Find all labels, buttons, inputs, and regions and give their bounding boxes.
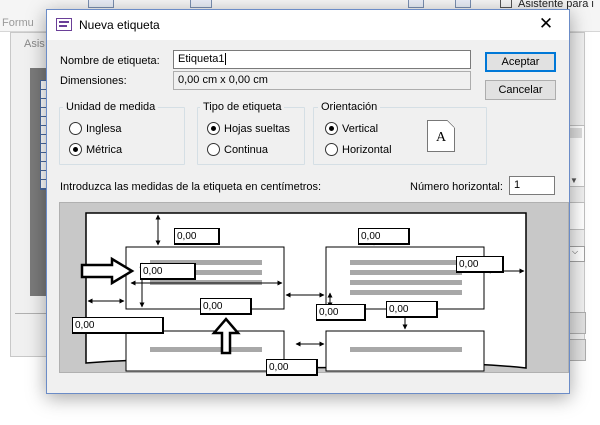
units-group-title: Unidad de medida: [63, 101, 159, 113]
label-sheet-drawing: [80, 212, 527, 372]
radio-label: Hojas sueltas: [224, 122, 291, 135]
close-button[interactable]: ✕: [523, 10, 569, 40]
label-icon: [56, 18, 72, 31]
radio-continua[interactable]: Continua: [207, 143, 268, 156]
vertical-spacing-field[interactable]: 0,00: [358, 228, 410, 245]
wizard-icon[interactable]: [500, 0, 512, 8]
radio-metrica[interactable]: Métrica: [69, 143, 122, 156]
row-spacing-field[interactable]: 0,00: [386, 301, 438, 318]
horizontal-count-label: Número horizontal:: [410, 181, 503, 193]
bottom-margin-field[interactable]: 0,00: [266, 359, 318, 376]
new-label-dialog: Nueva etiqueta ✕ Nombre de etiqueta: Eti…: [46, 9, 570, 394]
horizontal-count-value: 1: [514, 179, 521, 191]
label-name-input[interactable]: Etiqueta1: [173, 50, 471, 69]
scroll-down-icon[interactable]: ▼: [570, 176, 578, 185]
wizard-title: Asis: [24, 38, 45, 50]
right-margin-field[interactable]: 0,00: [456, 256, 504, 273]
dialog-titlebar[interactable]: Nueva etiqueta ✕: [47, 10, 569, 40]
radio-circle-icon: [325, 143, 338, 156]
name-label: Nombre de etiqueta:: [60, 55, 160, 67]
dimensions-value: 0,00 cm x 0,00 cm: [178, 74, 268, 86]
units-group: [59, 107, 185, 165]
ribbon-tab[interactable]: Formu: [2, 17, 34, 29]
radio-label: Inglesa: [86, 122, 122, 135]
orientation-group: [313, 107, 487, 165]
accept-button[interactable]: Aceptar: [485, 52, 556, 72]
label-type-group-title: Tipo de etiqueta: [200, 101, 285, 113]
measure-instruction: Introduzca las medidas de la etiqueta en…: [60, 181, 322, 193]
horizontal-count-input[interactable]: 1: [509, 176, 555, 195]
label-height-field[interactable]: 0,00: [140, 263, 196, 280]
radio-hojas-sueltas[interactable]: Hojas sueltas: [207, 122, 290, 135]
radio-label: Continua: [224, 143, 269, 156]
dimensions-label: Dimensiones:: [60, 75, 127, 87]
ribbon-icon[interactable]: [455, 0, 471, 8]
orientation-preview-icon: A: [427, 120, 455, 152]
radio-label: Vertical: [342, 122, 379, 135]
radio-selected-icon: [325, 122, 338, 135]
radio-selected-icon: [69, 143, 82, 156]
label-name-value: Etiqueta1: [178, 53, 225, 65]
dimensions-field: 0,00 cm x 0,00 cm: [173, 71, 471, 90]
radio-label: Horizontal: [342, 143, 392, 156]
radio-horizontal[interactable]: Horizontal: [325, 143, 392, 156]
orientation-group-title: Orientación: [318, 101, 381, 113]
label-width-field[interactable]: 0,00: [200, 298, 252, 315]
ribbon-icon[interactable]: [190, 0, 212, 8]
cancel-button[interactable]: Cancelar: [485, 80, 556, 100]
divider: [15, 313, 48, 314]
radio-circle-icon: [69, 122, 82, 135]
ribbon-icon[interactable]: [88, 0, 114, 8]
left-margin-field[interactable]: 0,00: [72, 317, 164, 334]
dialog-title: Nueva etiqueta: [79, 18, 160, 32]
column-spacing-field[interactable]: 0,00: [316, 304, 366, 321]
radio-circle-icon: [207, 143, 220, 156]
radio-label: Métrica: [86, 143, 123, 156]
radio-vertical[interactable]: Vertical: [325, 122, 378, 135]
top-margin-field[interactable]: 0,00: [174, 228, 220, 245]
label-type-group: [197, 107, 305, 165]
radio-selected-icon: [207, 122, 220, 135]
label-measurements-diagram: 0,00 0,00 0,00 0,00 0,00 0,00 0,00 0,00 …: [59, 202, 569, 376]
scrollbar-up[interactable]: [570, 128, 582, 138]
orientation-preview-letter: A: [436, 130, 447, 145]
ribbon-icon[interactable]: [408, 0, 424, 8]
radio-inglesa[interactable]: Inglesa: [69, 122, 121, 135]
